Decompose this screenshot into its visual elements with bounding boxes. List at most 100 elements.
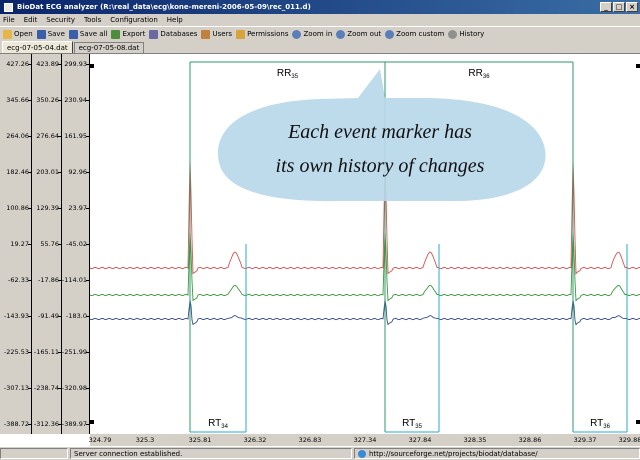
y-tick-label: 350.26 (36, 96, 59, 104)
zoom-custom-button[interactable]: Zoom custom (385, 29, 444, 39)
y-axis-1: 427.26 345.66 264.06 182.46 100.86 19.27 -62.3… (0, 54, 32, 434)
save-all-button[interactable]: Save all (68, 29, 107, 39)
y-tick-label: -238.74 (33, 384, 59, 392)
menu-tools[interactable]: Tools (84, 16, 101, 24)
y-tick-mark (86, 280, 89, 281)
y-tick-label: -389.97 (61, 420, 87, 428)
menu-configuration[interactable]: Configuration (110, 16, 157, 24)
zoom-custom-icon (385, 29, 395, 39)
y-tick-label: 299.93 (64, 60, 87, 68)
permissions-button[interactable]: Permissions (236, 29, 288, 39)
status-bar: Server connection established. http://so… (0, 446, 640, 460)
users-icon (201, 29, 211, 39)
export-icon (111, 29, 121, 39)
y-axis-2: 423.89 350.26 276.64 203.01 129.39 55.76 -17.8… (32, 54, 62, 434)
y-tick-mark (28, 316, 31, 317)
corner-marker (90, 64, 94, 68)
close-button[interactable]: × (626, 2, 638, 12)
y-tick-label: -143.93 (3, 312, 29, 320)
save-icon (36, 29, 46, 39)
y-tick-mark (28, 352, 31, 353)
window-title: BioDat ECG analyzer (R:\real_data\ecg\ko… (17, 3, 311, 11)
y-tick-label: 423.89 (36, 60, 59, 68)
y-tick-label: -320.98 (61, 384, 87, 392)
y-tick-mark (58, 316, 61, 317)
y-tick-label: 276.64 (36, 132, 59, 140)
y-tick-mark (58, 424, 61, 425)
y-tick-label: -62.33 (8, 276, 29, 284)
maximize-button[interactable]: □ (613, 2, 625, 12)
lock-icon (236, 29, 246, 39)
toolbar: Open Save Save all Export Databases User… (0, 26, 640, 41)
x-tick-label: 325.81 (188, 436, 212, 444)
save-button[interactable]: Save (36, 29, 65, 39)
y-tick-label: -388.72 (3, 420, 29, 428)
y-tick-mark (86, 64, 89, 65)
status-url: http://sourceforge.net/projects/biodat/d… (354, 448, 640, 459)
y-tick-label: 161.95 (64, 132, 87, 140)
y-tick-label: 345.66 (6, 96, 29, 104)
y-tick-mark (58, 100, 61, 101)
x-tick-label: 325.3 (135, 436, 155, 444)
y-tick-mark (86, 316, 89, 317)
folder-icon (3, 29, 12, 39)
y-tick-mark (58, 244, 61, 245)
save-all-icon (68, 29, 78, 39)
x-tick-label: 328.86 (518, 436, 542, 444)
y-tick-mark (28, 388, 31, 389)
minimize-button[interactable]: _ (600, 2, 612, 12)
y-tick-mark (86, 172, 89, 173)
zoom-in-button[interactable]: Zoom in (292, 29, 332, 39)
y-tick-mark (86, 424, 89, 425)
ecg-view: 427.26 345.66 264.06 182.46 100.86 19.27 -62.3… (0, 53, 640, 447)
x-tick-label: 326.83 (298, 436, 322, 444)
y-tick-mark (86, 244, 89, 245)
menu-file[interactable]: File (3, 16, 15, 24)
y-tick-mark (28, 424, 31, 425)
history-button[interactable]: History (448, 29, 484, 39)
y-tick-mark (86, 388, 89, 389)
y-axis-3: 299.93 230.94 161.95 92.96 23.97 -45.02 -114.0… (62, 54, 90, 434)
menu-help[interactable]: Help (167, 16, 183, 24)
database-icon (149, 29, 159, 39)
corner-marker (636, 64, 640, 68)
ecg-plot[interactable]: RR35 RR36RT34 RT35 RT36Each event marker ha… (90, 54, 640, 434)
corner-marker (90, 420, 94, 424)
x-tick-label: 326.32 (243, 436, 267, 444)
y-tick-mark (86, 100, 89, 101)
zoom-out-icon (336, 29, 346, 39)
y-tick-label: -165.11 (33, 348, 59, 356)
y-tick-label: 427.26 (6, 60, 29, 68)
y-tick-mark (58, 136, 61, 137)
y-tick-label: -17.86 (38, 276, 59, 284)
status-message: Server connection established. (70, 448, 352, 459)
history-icon (448, 29, 458, 39)
y-tick-label: -312.36 (33, 420, 59, 428)
y-tick-mark (58, 172, 61, 173)
open-button[interactable]: Open (3, 29, 33, 39)
x-tick-label: 327.84 (408, 436, 432, 444)
y-tick-label: -114.01 (61, 276, 87, 284)
zoom-out-button[interactable]: Zoom out (336, 29, 381, 39)
zoom-in-icon (292, 29, 302, 39)
y-tick-label: -307.13 (3, 384, 29, 392)
status-pane-empty (0, 448, 68, 459)
y-tick-mark (28, 136, 31, 137)
menu-edit[interactable]: Edit (24, 16, 38, 24)
tab-file-2[interactable]: ecg-07-05-08.dat (73, 42, 145, 53)
y-tick-mark (28, 244, 31, 245)
y-tick-label: 92.96 (68, 168, 87, 176)
y-tick-label: 203.01 (36, 168, 59, 176)
app-icon (4, 2, 13, 12)
y-tick-mark (28, 64, 31, 65)
y-tick-mark (86, 352, 89, 353)
export-button[interactable]: Export (111, 29, 145, 39)
y-tick-label: 264.06 (6, 132, 29, 140)
tab-file-1[interactable]: ecg-07-05-04.dat (2, 41, 73, 53)
y-tick-label: 129.39 (36, 204, 59, 212)
users-button[interactable]: Users (201, 29, 232, 39)
menu-security[interactable]: Security (46, 16, 75, 24)
y-tick-mark (58, 280, 61, 281)
databases-button[interactable]: Databases (149, 29, 197, 39)
x-tick-label: 329.37 (573, 436, 597, 444)
